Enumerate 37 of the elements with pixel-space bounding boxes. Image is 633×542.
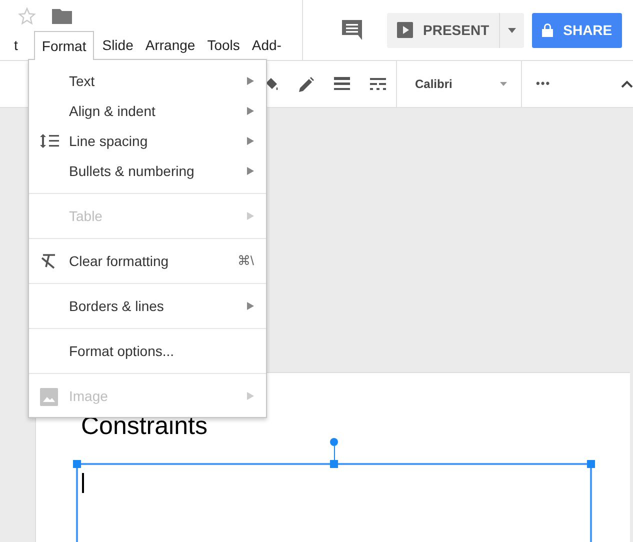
rotate-handle[interactable]	[330, 438, 338, 460]
menu-bar-item[interactable]: Add-	[246, 31, 288, 60]
menu-bar-item[interactable]: t	[8, 31, 24, 60]
resize-handle[interactable]	[330, 460, 338, 468]
chevron-up-icon[interactable]	[621, 80, 633, 88]
caret-down-icon	[508, 28, 516, 32]
font-dropdown[interactable]: Calibri	[415, 75, 507, 93]
comment-icon[interactable]	[340, 18, 364, 42]
menu-item[interactable]: Line spacing	[29, 126, 266, 156]
slide-title: Constraints	[80, 411, 208, 441]
image-icon	[40, 388, 58, 406]
menu-item[interactable]: Align & indent	[29, 96, 266, 126]
menu-item[interactable]: Bullets & numbering	[29, 156, 266, 186]
line-weight-icon[interactable]	[334, 77, 350, 91]
star-icon[interactable]	[18, 7, 36, 25]
caret-down-icon	[500, 82, 507, 86]
paint-bucket-icon[interactable]	[264, 76, 280, 92]
share-button[interactable]: SHARE	[532, 12, 622, 48]
lock-icon	[542, 23, 554, 37]
menu-item[interactable]: Text	[29, 66, 266, 96]
line-dash-icon[interactable]	[370, 77, 386, 91]
menu-bar-item[interactable]: Format	[34, 31, 94, 60]
menu-item[interactable]: Format options...	[29, 336, 266, 366]
folder-icon[interactable]	[52, 8, 72, 24]
menu-bar-item[interactable]: Slide	[96, 31, 140, 60]
resize-handle[interactable]	[73, 460, 81, 468]
pencil-icon[interactable]	[298, 76, 314, 92]
text-cursor	[82, 473, 84, 493]
menu-bar-item[interactable]: Arrange	[139, 31, 202, 60]
play-icon	[397, 22, 413, 38]
menu-bar-item[interactable]: Tools	[201, 31, 246, 60]
menu-item[interactable]: Clear formatting ⌘\	[29, 246, 266, 276]
more-button[interactable]: •••	[536, 76, 551, 92]
line-spacing-icon	[40, 133, 60, 149]
menu-item[interactable]: Borders & lines	[29, 291, 266, 321]
resize-handle[interactable]	[587, 460, 595, 468]
clear-formatting-icon	[40, 253, 58, 269]
